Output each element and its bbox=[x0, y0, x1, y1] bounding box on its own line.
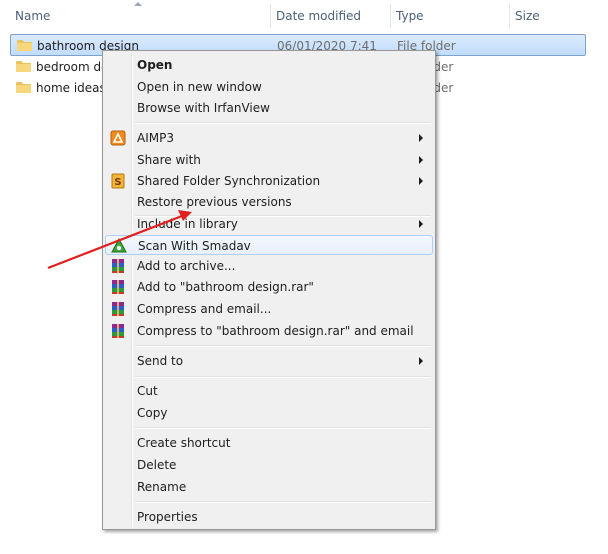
smadav-icon bbox=[111, 238, 127, 253]
menu-item-create-shortcut[interactable]: Create shortcut bbox=[105, 433, 433, 453]
menu-item-rename[interactable]: Rename bbox=[105, 477, 433, 497]
submenu-arrow-icon bbox=[419, 156, 423, 164]
folder-icon bbox=[16, 82, 31, 93]
winrar-icon bbox=[112, 324, 124, 338]
menu-item-include-in-library[interactable]: Include in library bbox=[105, 214, 433, 234]
winrar-icon bbox=[112, 280, 124, 294]
menu-item-copy[interactable]: Copy bbox=[105, 403, 433, 423]
menu-item-cut[interactable]: Cut bbox=[105, 381, 433, 401]
folder-icon bbox=[16, 61, 31, 72]
file-name: bedroom de bbox=[36, 60, 109, 74]
aimp-icon bbox=[110, 130, 126, 146]
column-name[interactable]: Name bbox=[15, 9, 50, 23]
folder-icon bbox=[17, 40, 32, 51]
menu-item-browse-irfanview[interactable]: Browse with IrfanView bbox=[105, 98, 433, 118]
menu-item-compress-rar-email[interactable]: Compress to "bathroom design.rar" and em… bbox=[105, 321, 433, 341]
winrar-icon bbox=[112, 302, 124, 316]
submenu-arrow-icon bbox=[419, 134, 423, 142]
submenu-arrow-icon bbox=[419, 220, 423, 228]
column-size[interactable]: Size bbox=[515, 9, 540, 23]
column-divider[interactable] bbox=[270, 4, 271, 28]
menu-item-share-with[interactable]: Share with bbox=[105, 150, 433, 170]
column-header: Name Date modified Type Size bbox=[0, 0, 608, 30]
menu-item-shared-folder-sync[interactable]: S Shared Folder Synchronization bbox=[105, 171, 433, 191]
submenu-arrow-icon bbox=[419, 177, 423, 185]
column-date-modified[interactable]: Date modified bbox=[276, 9, 361, 23]
column-divider[interactable] bbox=[390, 4, 391, 28]
menu-item-open[interactable]: Open bbox=[105, 55, 433, 75]
menu-item-aimp3[interactable]: AIMP3 bbox=[105, 128, 433, 148]
menu-item-delete[interactable]: Delete bbox=[105, 455, 433, 475]
menu-item-scan-smadav[interactable]: Scan With Smadav bbox=[105, 235, 433, 255]
menu-item-open-new-window[interactable]: Open in new window bbox=[105, 77, 433, 97]
column-divider[interactable] bbox=[509, 4, 510, 28]
submenu-arrow-icon bbox=[419, 357, 423, 365]
menu-item-add-to-rar[interactable]: Add to "bathroom design.rar" bbox=[105, 277, 433, 297]
sort-ascending-icon bbox=[134, 2, 142, 6]
menu-item-restore-previous-versions[interactable]: Restore previous versions bbox=[105, 192, 433, 212]
svg-text:S: S bbox=[114, 177, 121, 188]
column-type[interactable]: Type bbox=[396, 9, 424, 23]
file-name: home ideas bbox=[36, 81, 106, 95]
menu-item-properties[interactable]: Properties bbox=[105, 507, 433, 527]
menu-item-compress-email[interactable]: Compress and email... bbox=[105, 299, 433, 319]
menu-item-add-to-archive[interactable]: Add to archive... bbox=[105, 256, 433, 276]
winrar-icon bbox=[112, 259, 124, 273]
sync-icon: S bbox=[111, 173, 125, 189]
context-menu: Open Open in new window Browse with Irfa… bbox=[102, 50, 436, 530]
menu-item-send-to[interactable]: Send to bbox=[105, 351, 433, 371]
